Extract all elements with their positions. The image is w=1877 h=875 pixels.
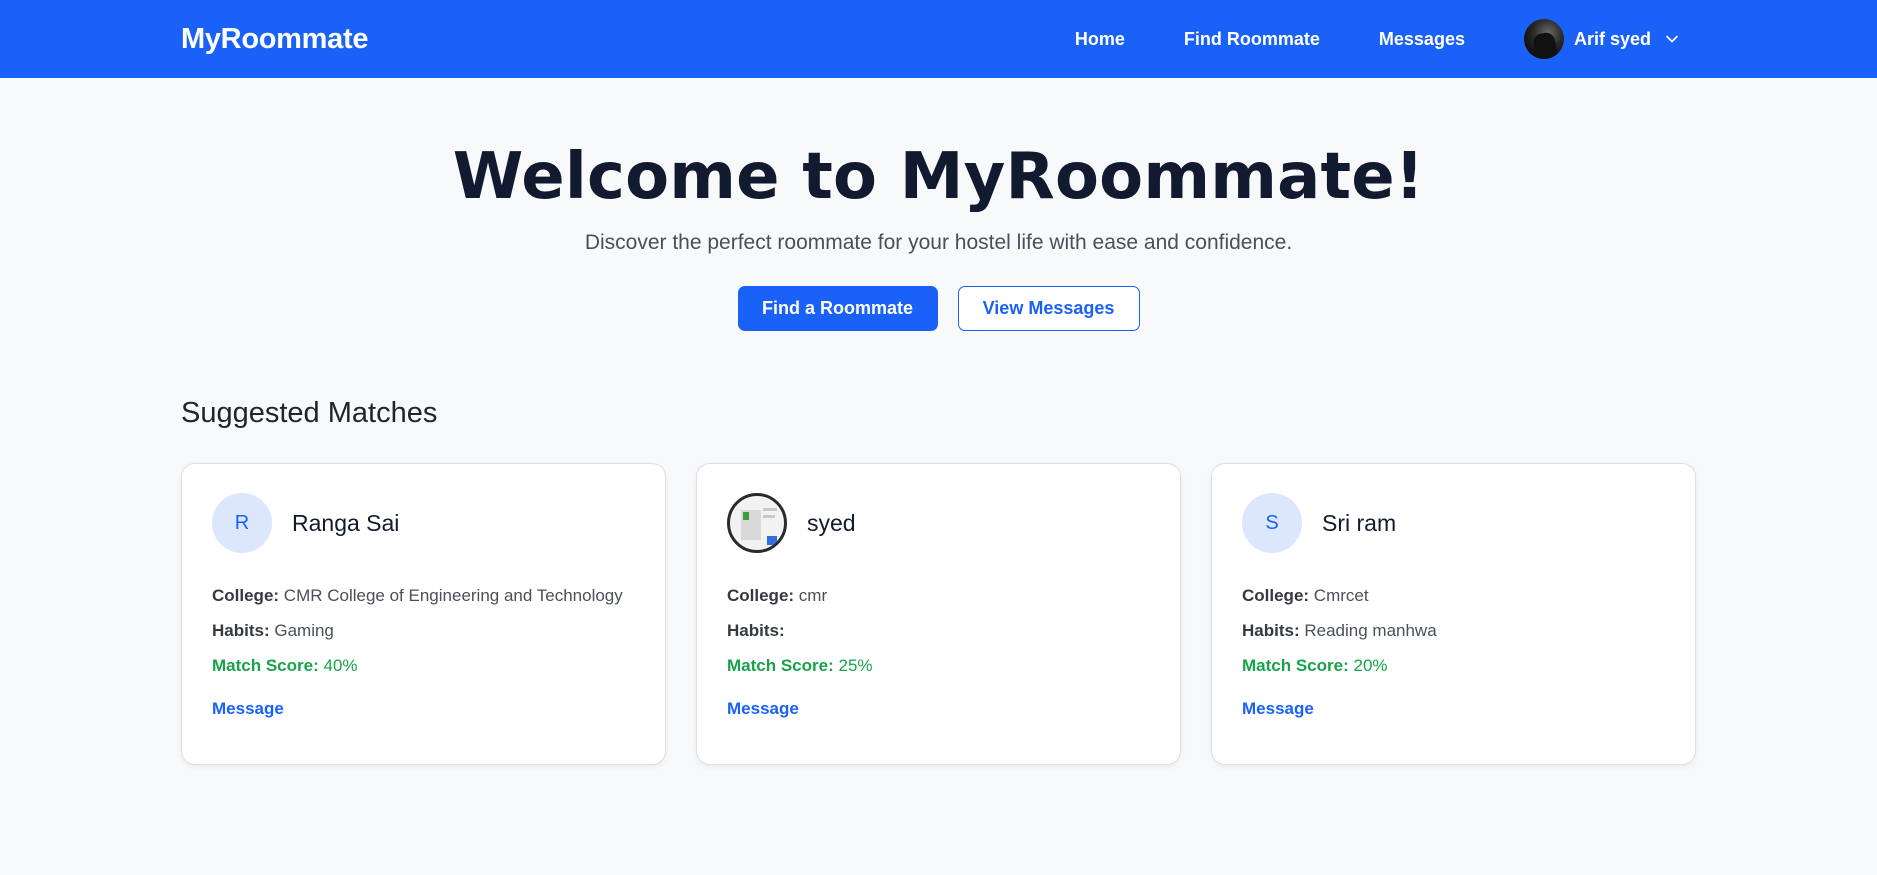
card-header: S Sri ram bbox=[1242, 493, 1665, 553]
habits-line: Habits: Gaming bbox=[212, 619, 635, 643]
avatar-initial: S bbox=[1242, 493, 1302, 553]
college-label: College: bbox=[1242, 586, 1310, 605]
card-header: syed bbox=[727, 493, 1150, 553]
college-value: Cmrcet bbox=[1313, 586, 1369, 605]
college-label: College: bbox=[212, 586, 280, 605]
find-roommate-button[interactable]: Find a Roommate bbox=[737, 286, 938, 331]
chevron-down-icon bbox=[1665, 32, 1679, 46]
message-link[interactable]: Message bbox=[212, 699, 284, 719]
college-label: College: bbox=[727, 586, 795, 605]
user-menu-dropdown[interactable]: Arif syed bbox=[1523, 19, 1679, 59]
score-label: Match Score: bbox=[1242, 656, 1349, 675]
navbar: MyRoommate Home Find Roommate Messages A… bbox=[0, 0, 1877, 78]
habits-label: Habits: bbox=[212, 621, 270, 640]
message-link[interactable]: Message bbox=[727, 699, 799, 719]
nav-link-home[interactable]: Home bbox=[1075, 29, 1125, 50]
hero-subtitle: Discover the perfect roommate for your h… bbox=[584, 231, 1293, 254]
score-value: 25% bbox=[838, 656, 873, 675]
score-label: Match Score: bbox=[727, 656, 834, 675]
match-cards: R Ranga Sai College: CMR College of Engi… bbox=[181, 463, 1696, 765]
avatar-initial: R bbox=[212, 493, 272, 553]
suggested-matches-section: Suggested Matches R Ranga Sai College: C… bbox=[0, 397, 1877, 765]
match-name: syed bbox=[807, 509, 856, 536]
college-line: College: CMR College of Engineering and … bbox=[212, 584, 635, 608]
avatar-photo bbox=[727, 493, 787, 553]
view-messages-button[interactable]: View Messages bbox=[957, 286, 1140, 331]
score-value: 20% bbox=[1353, 656, 1388, 675]
brand-logo[interactable]: MyRoommate bbox=[181, 23, 368, 56]
college-line: College: cmr bbox=[727, 584, 1150, 608]
nav-link-messages[interactable]: Messages bbox=[1379, 29, 1465, 50]
match-card: syed College: cmr Habits: Match Score: 2… bbox=[696, 463, 1181, 765]
nav-menu: Home Find Roommate Messages Arif syed bbox=[1075, 19, 1696, 59]
habits-line: Habits: Reading manhwa bbox=[1242, 619, 1665, 643]
card-body: College: CMR College of Engineering and … bbox=[212, 584, 635, 719]
score-label: Match Score: bbox=[212, 656, 319, 675]
nav-link-find-roommate[interactable]: Find Roommate bbox=[1184, 29, 1320, 50]
match-name: Sri ram bbox=[1322, 509, 1397, 536]
match-score-line: Match Score: 20% bbox=[1242, 654, 1665, 678]
habits-line: Habits: bbox=[727, 619, 1150, 643]
habits-value: Gaming bbox=[274, 621, 334, 640]
match-card: R Ranga Sai College: CMR College of Engi… bbox=[181, 463, 666, 765]
college-value: CMR College of Engineering and Technolog… bbox=[283, 586, 623, 605]
habits-label: Habits: bbox=[727, 621, 785, 640]
match-score-line: Match Score: 40% bbox=[212, 654, 635, 678]
card-body: College: Cmrcet Habits: Reading manhwa M… bbox=[1242, 584, 1665, 719]
match-name: Ranga Sai bbox=[292, 509, 400, 536]
match-card: S Sri ram College: Cmrcet Habits: Readin… bbox=[1211, 463, 1696, 765]
message-link[interactable]: Message bbox=[1242, 699, 1314, 719]
habits-value: Reading manhwa bbox=[1304, 621, 1437, 640]
hero-title: Welcome to MyRoommate! bbox=[452, 140, 1425, 214]
hero-buttons: Find a Roommate View Messages bbox=[0, 286, 1877, 331]
habits-label: Habits: bbox=[1242, 621, 1300, 640]
card-header: R Ranga Sai bbox=[212, 493, 635, 553]
user-name: Arif syed bbox=[1573, 28, 1651, 49]
hero-section: Welcome to MyRoommate! Discover the perf… bbox=[0, 78, 1877, 331]
match-score-line: Match Score: 25% bbox=[727, 654, 1150, 678]
score-value: 40% bbox=[323, 656, 358, 675]
user-avatar bbox=[1523, 19, 1564, 59]
college-line: College: Cmrcet bbox=[1242, 584, 1665, 608]
card-body: College: cmr Habits: Match Score: 25% Me… bbox=[727, 584, 1150, 719]
section-title: Suggested Matches bbox=[181, 397, 438, 429]
college-value: cmr bbox=[798, 586, 828, 605]
